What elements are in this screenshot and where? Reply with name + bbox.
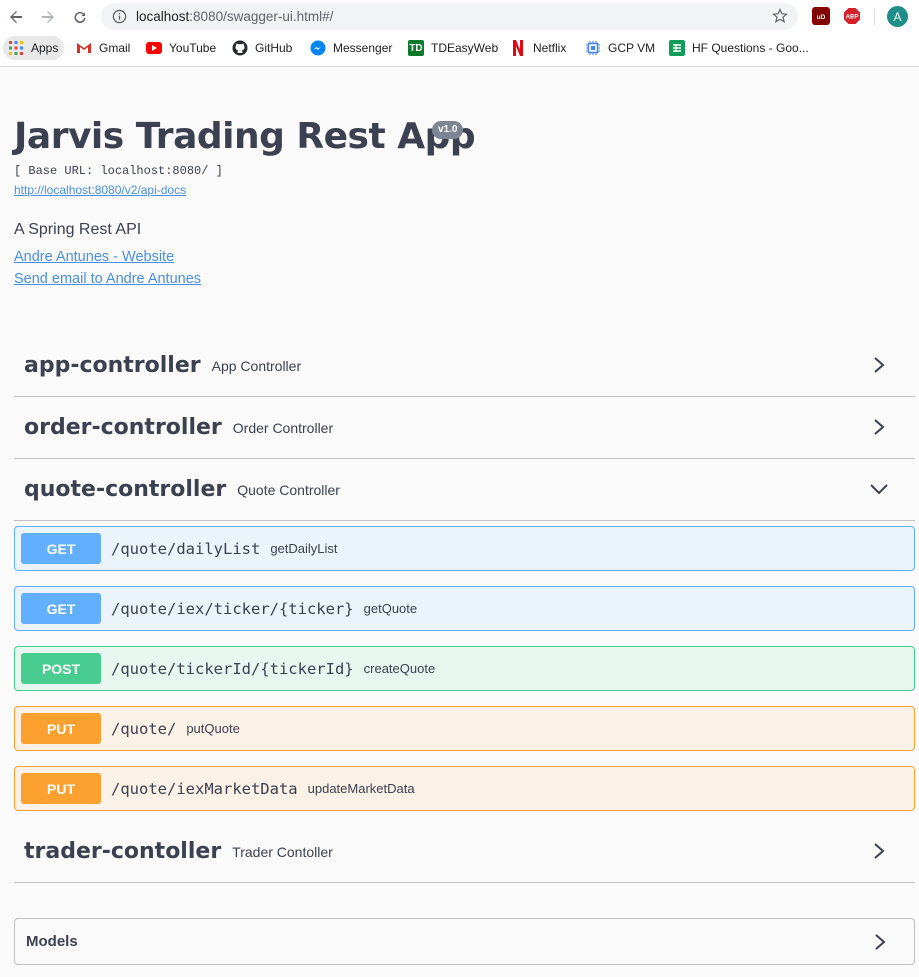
models-label: Models: [26, 933, 78, 950]
operation-path: /quote/iex/ticker/{ticker}: [111, 599, 354, 618]
bookmark-netflix[interactable]: Netflix: [510, 36, 566, 60]
bookmark-star-icon[interactable]: [772, 8, 788, 24]
bookmark-label: GCP VM: [608, 41, 656, 55]
bookmark-label: GitHub: [255, 41, 293, 55]
tag-description: Order Controller: [232, 419, 334, 436]
operation-summary: putQuote: [186, 721, 240, 736]
tag-app-controller[interactable]: app-controller App Controller: [14, 335, 915, 397]
operation-create-quote[interactable]: POST /quote/tickerId/{tickerId} createQu…: [14, 646, 915, 691]
method-badge: GET: [21, 533, 101, 564]
tag-name: quote-controller: [24, 477, 227, 502]
chevron-right-icon[interactable]: [869, 355, 889, 375]
bookmark-messenger[interactable]: Messenger: [310, 36, 392, 60]
info-icon[interactable]: [112, 9, 127, 24]
bookmark-hf-questions[interactable]: HF Questions - Goo...: [669, 36, 809, 60]
operation-path: /quote/: [111, 719, 177, 738]
messenger-icon: [310, 40, 326, 56]
bookmark-label: YouTube: [169, 41, 217, 55]
bookmark-label: Gmail: [99, 41, 131, 55]
bookmark-apps[interactable]: Apps: [3, 36, 65, 60]
url-path: :8080/swagger-ui.html#/: [189, 9, 334, 24]
tag-description: Trader Contoller: [232, 843, 333, 860]
reload-button[interactable]: [69, 6, 91, 28]
apps-grid-icon: [8, 40, 24, 56]
email-link[interactable]: Send email to Andre Antunes: [14, 271, 201, 287]
td-icon: TD: [408, 40, 424, 56]
bookmark-gmail[interactable]: Gmail: [76, 36, 130, 60]
chevron-right-icon[interactable]: [870, 932, 890, 952]
models-section[interactable]: Models: [14, 918, 915, 965]
bookmark-label: TDEasyWeb: [431, 41, 499, 55]
tag-description: Quote Controller: [237, 481, 340, 498]
url-text: localhost:8080/swagger-ui.html#/: [136, 9, 333, 24]
bookmark-youtube[interactable]: YouTube: [146, 36, 216, 60]
tag-order-controller[interactable]: order-controller Order Controller: [14, 397, 915, 459]
sheets-icon: [669, 40, 685, 56]
operation-summary: updateMarketData: [307, 781, 415, 796]
api-description: A Spring Rest API: [14, 221, 142, 238]
operation-put-quote[interactable]: PUT /quote/ putQuote: [14, 706, 915, 751]
chevron-right-icon[interactable]: [869, 841, 889, 861]
address-bar[interactable]: localhost:8080/swagger-ui.html#/: [101, 3, 798, 30]
method-badge: POST: [21, 653, 101, 684]
back-arrow-icon: [10, 11, 22, 23]
browser-toolbar: localhost:8080/swagger-ui.html#/ uD ABP …: [0, 0, 919, 34]
operation-summary: createQuote: [363, 661, 436, 676]
tag-quote-controller[interactable]: quote-controller Quote Controller: [14, 459, 915, 521]
avatar-letter: A: [893, 9, 902, 24]
api-docs-link[interactable]: http://localhost:8080/v2/api-docs: [14, 183, 186, 197]
chevron-right-icon[interactable]: [869, 417, 889, 437]
forward-button[interactable]: [37, 6, 59, 28]
toolbar-divider: [874, 9, 875, 25]
netflix-icon: [510, 40, 526, 56]
operation-path: /quote/dailyList: [111, 539, 261, 558]
github-icon: [232, 40, 248, 56]
browser-chrome: localhost:8080/swagger-ui.html#/ uD ABP …: [0, 0, 919, 67]
tag-trader-contoller[interactable]: trader-contoller Trader Contoller: [14, 821, 915, 883]
bookmark-label: HF Questions - Goo...: [692, 41, 809, 55]
operation-path: /quote/iexMarketData: [111, 779, 298, 798]
ublock-extension-icon[interactable]: uD: [812, 7, 830, 25]
forward-arrow-icon: [42, 11, 54, 23]
bookmark-github[interactable]: GitHub: [232, 36, 292, 60]
operation-update-market-data[interactable]: PUT /quote/iexMarketData updateMarketDat…: [14, 766, 915, 811]
method-badge: PUT: [21, 773, 101, 804]
bookmark-tdeasyweb[interactable]: TD TDEasyWeb: [408, 36, 498, 60]
base-url: [ Base URL: localhost:8080/ ]: [14, 164, 223, 178]
tag-description: App Controller: [211, 357, 302, 374]
tag-name: app-controller: [24, 353, 201, 378]
operation-summary: getDailyList: [270, 541, 338, 556]
gcp-chip-icon: [585, 40, 601, 56]
bookmark-gcp-vm[interactable]: GCP VM: [585, 36, 655, 60]
operation-get-quote[interactable]: GET /quote/iex/ticker/{ticker} getQuote: [14, 586, 915, 631]
bookmark-label: Netflix: [533, 41, 567, 55]
tag-name: order-controller: [24, 415, 222, 440]
method-badge: PUT: [21, 713, 101, 744]
bookmark-label: Messenger: [333, 41, 393, 55]
youtube-icon: [146, 40, 162, 56]
website-link[interactable]: Andre Antunes - Website: [14, 249, 174, 265]
back-button[interactable]: [5, 6, 27, 28]
chevron-down-icon[interactable]: [869, 479, 889, 499]
svg-text:uD: uD: [817, 14, 826, 21]
reload-icon: [74, 12, 86, 24]
operation-summary: getQuote: [363, 601, 418, 616]
bookmarks-bar: Apps Gmail YouTube GitHub Messenger TD T…: [0, 34, 919, 62]
url-host: localhost: [136, 9, 190, 24]
api-title: Jarvis Trading Rest App: [14, 116, 476, 157]
operation-get-daily-list[interactable]: GET /quote/dailyList getDailyList: [14, 526, 915, 571]
version-badge: v1.0: [432, 121, 464, 139]
bookmark-label: Apps: [31, 41, 59, 55]
svg-text:ABP: ABP: [846, 15, 859, 21]
gmail-icon: [76, 40, 92, 56]
tag-name: trader-contoller: [24, 839, 222, 864]
operation-path: /quote/tickerId/{tickerId}: [111, 659, 354, 678]
method-badge: GET: [21, 593, 101, 624]
adblock-plus-extension-icon[interactable]: ABP: [843, 7, 861, 25]
profile-avatar[interactable]: A: [887, 6, 908, 27]
